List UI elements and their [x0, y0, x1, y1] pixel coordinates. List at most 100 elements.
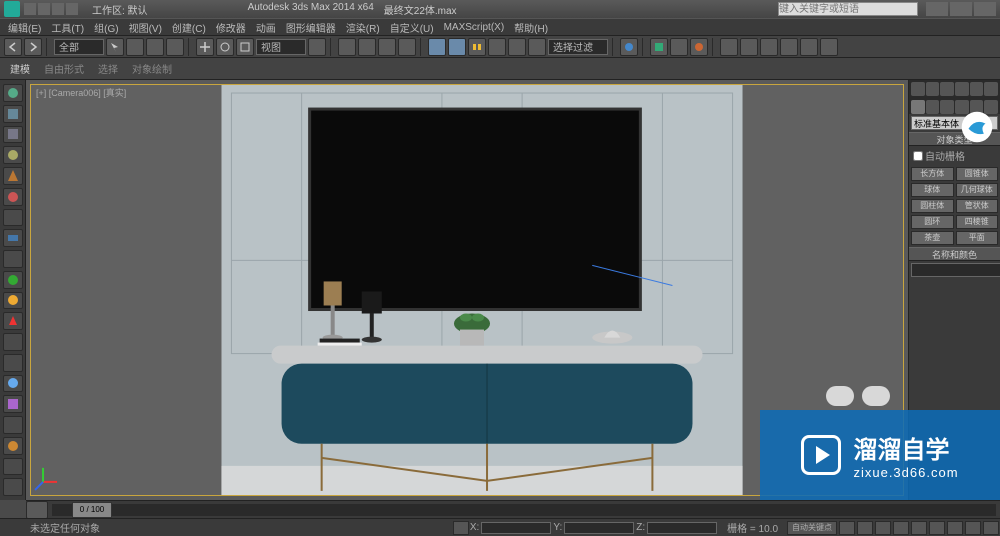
tab-display-icon[interactable] [970, 82, 984, 96]
tab-freeform[interactable]: 自由形式 [38, 61, 90, 76]
tab-motion-icon[interactable] [955, 82, 969, 96]
btn-geosphere[interactable]: 几何球体 [956, 183, 999, 197]
scale-button[interactable] [236, 38, 254, 56]
ltool-4[interactable] [3, 146, 23, 164]
menu-maxscript[interactable]: MAXScript(X) [440, 22, 509, 33]
snap-button[interactable] [338, 38, 356, 56]
ref-coord-dropdown[interactable]: 视图 [256, 39, 306, 55]
select-button[interactable] [106, 38, 124, 56]
autogrid-checkbox[interactable] [913, 151, 923, 161]
extra1-button[interactable] [720, 38, 738, 56]
nav6-button[interactable] [947, 521, 963, 535]
menu-graph[interactable]: 图形编辑器 [282, 20, 340, 35]
play-button[interactable] [839, 521, 855, 535]
ltool-16[interactable] [3, 395, 23, 413]
menu-animation[interactable]: 动画 [252, 20, 280, 35]
tab-hierarchy-icon[interactable] [940, 82, 954, 96]
material-editor-button[interactable] [620, 38, 638, 56]
move-button[interactable] [196, 38, 214, 56]
menu-view[interactable]: 视图(V) [125, 20, 166, 35]
tab-selection[interactable]: 选择 [92, 61, 124, 76]
window-crossing-button[interactable] [166, 38, 184, 56]
ltool-9[interactable] [3, 250, 23, 268]
curve-editor-button[interactable] [508, 38, 526, 56]
tab-modeling[interactable]: 建模 [4, 61, 36, 76]
extra5-button[interactable] [800, 38, 818, 56]
btn-torus[interactable]: 圆环 [911, 215, 954, 229]
menu-help[interactable]: 帮助(H) [510, 20, 552, 35]
ltool-10[interactable] [3, 271, 23, 289]
close-button[interactable] [974, 2, 996, 16]
named-sets-button[interactable] [428, 38, 446, 56]
search-input[interactable] [778, 2, 918, 16]
nav7-button[interactable] [965, 521, 981, 535]
ltool-15[interactable] [3, 375, 23, 393]
ltool-19[interactable] [3, 458, 23, 476]
select-region-button[interactable] [146, 38, 164, 56]
redo-button[interactable] [24, 38, 42, 56]
render-setup-button[interactable] [650, 38, 668, 56]
autokey-button[interactable]: 自动关键点 [787, 521, 837, 535]
selection-filter[interactable]: 全部 [54, 39, 104, 55]
menu-tools[interactable]: 工具(T) [47, 20, 88, 35]
cat-geom-icon[interactable] [911, 100, 925, 114]
y-input[interactable] [564, 522, 634, 534]
ltool-7[interactable] [3, 209, 23, 227]
lock-button[interactable] [453, 521, 469, 535]
nav2-button[interactable] [875, 521, 891, 535]
nav1-button[interactable] [857, 521, 873, 535]
menu-modifiers[interactable]: 修改器 [212, 20, 250, 35]
undo-button[interactable] [4, 38, 22, 56]
cat-lights-icon[interactable] [940, 100, 954, 114]
time-handle[interactable]: 0 / 100 [72, 502, 112, 518]
extra6-button[interactable] [820, 38, 838, 56]
tab-modify-icon[interactable] [926, 82, 940, 96]
z-input[interactable] [647, 522, 717, 534]
ltool-2[interactable] [3, 105, 23, 123]
x-input[interactable] [481, 522, 551, 534]
btn-cone[interactable]: 圆锥体 [956, 167, 999, 181]
ltool-1[interactable] [3, 84, 23, 102]
quick-access-icons[interactable] [24, 2, 84, 16]
ltool-11[interactable] [3, 292, 23, 310]
menu-customize[interactable]: 自定义(U) [386, 20, 438, 35]
btn-teapot[interactable]: 茶壶 [911, 231, 954, 245]
rotate-button[interactable] [216, 38, 234, 56]
menu-edit[interactable]: 编辑(E) [4, 20, 45, 35]
tab-create-icon[interactable] [911, 82, 925, 96]
ltool-20[interactable] [3, 478, 23, 496]
ltool-6[interactable] [3, 188, 23, 206]
menu-group[interactable]: 组(G) [90, 20, 122, 35]
align-button[interactable] [468, 38, 486, 56]
nav5-button[interactable] [929, 521, 945, 535]
btn-plane[interactable]: 平面 [956, 231, 999, 245]
select-name-button[interactable] [126, 38, 144, 56]
ltool-18[interactable] [3, 437, 23, 455]
ltool-8[interactable] [3, 229, 23, 247]
render-button[interactable] [690, 38, 708, 56]
nav3-button[interactable] [893, 521, 909, 535]
object-name-input[interactable] [911, 263, 1000, 277]
ltool-13[interactable] [3, 333, 23, 351]
maximize-button[interactable] [950, 2, 972, 16]
workspace-label[interactable]: 工作区: 默认 [92, 2, 148, 17]
layers-button[interactable] [488, 38, 506, 56]
time-slider[interactable]: 0 / 100 [52, 504, 996, 516]
btn-box[interactable]: 长方体 [911, 167, 954, 181]
extra3-button[interactable] [760, 38, 778, 56]
timeline-prev-button[interactable] [26, 501, 48, 519]
menu-render[interactable]: 渲染(R) [342, 20, 384, 35]
schematic-button[interactable] [528, 38, 546, 56]
ltool-3[interactable] [3, 126, 23, 144]
nav8-button[interactable] [983, 521, 999, 535]
nav4-button[interactable] [911, 521, 927, 535]
btn-cylinder[interactable]: 圆柱体 [911, 199, 954, 213]
rollout-namecolor[interactable]: 名称和颜色 [909, 247, 1000, 261]
ltool-12[interactable] [3, 312, 23, 330]
ltool-5[interactable] [3, 167, 23, 185]
pivot-button[interactable] [308, 38, 326, 56]
btn-tube[interactable]: 管状体 [956, 199, 999, 213]
extra2-button[interactable] [740, 38, 758, 56]
ltool-17[interactable] [3, 416, 23, 434]
menu-create[interactable]: 创建(C) [168, 20, 210, 35]
